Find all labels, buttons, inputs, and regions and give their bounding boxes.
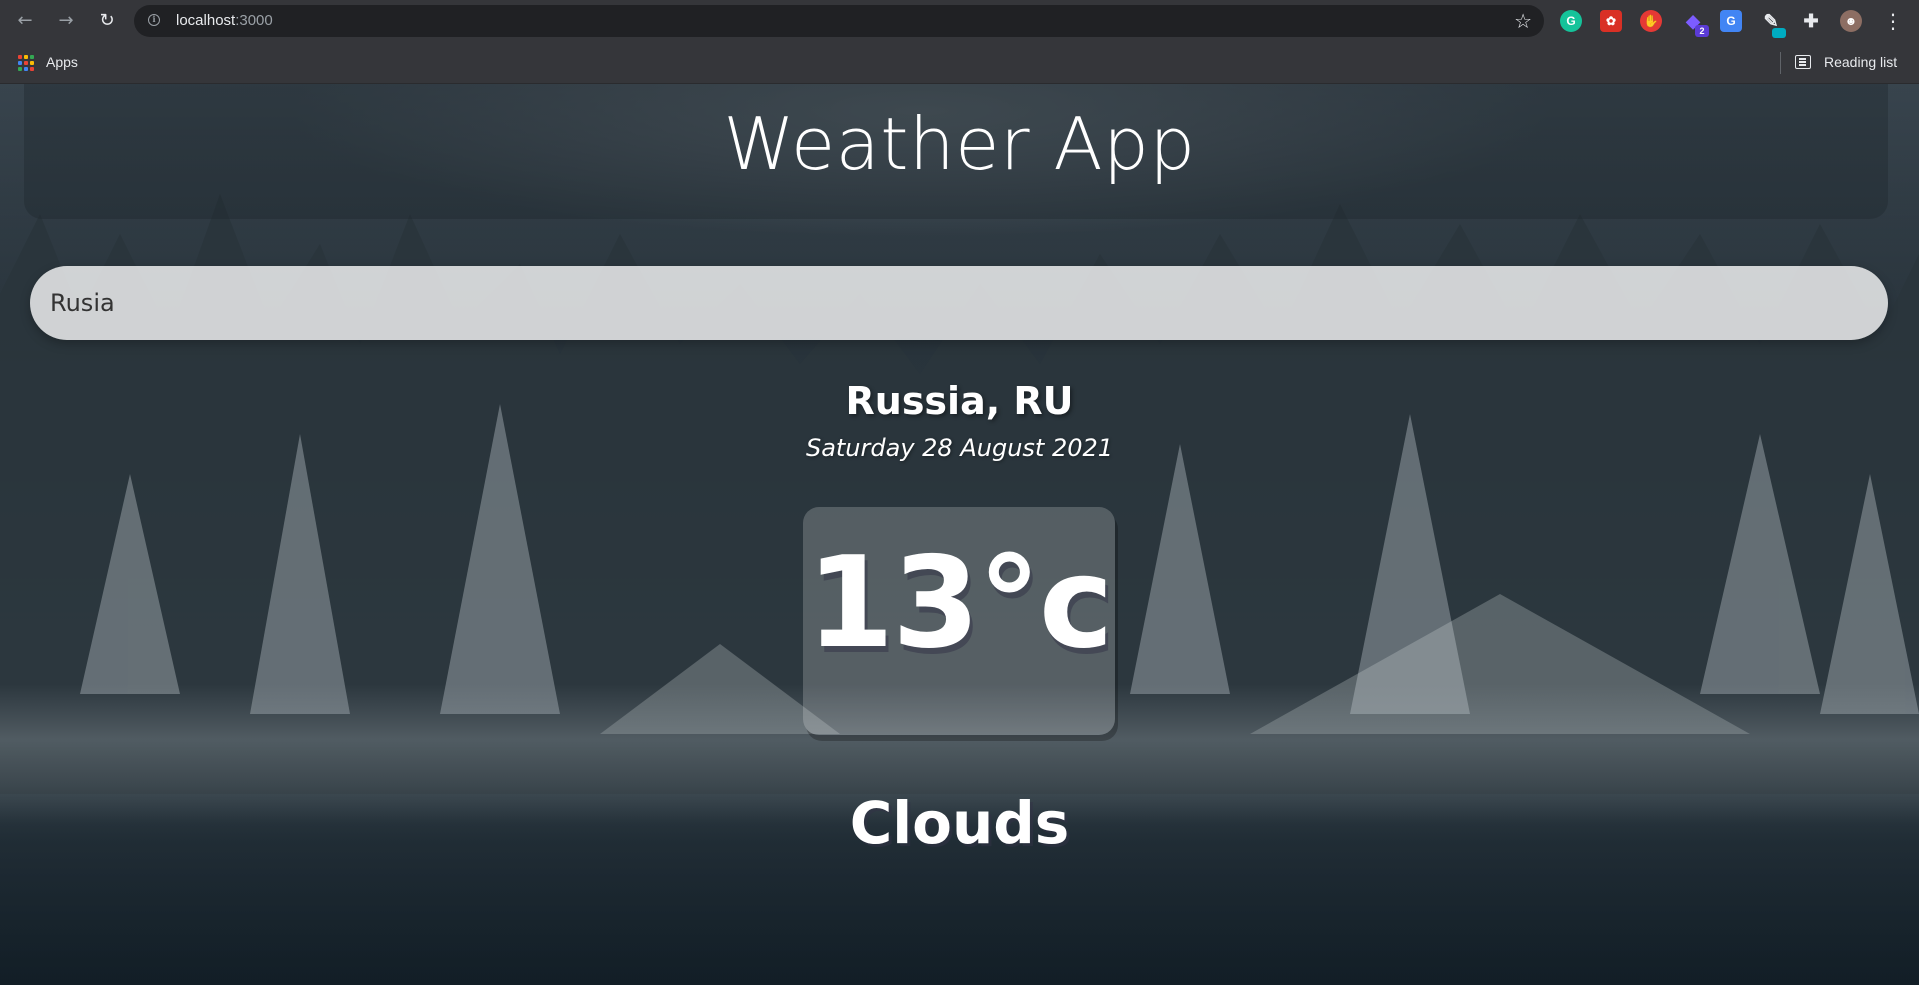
google-translate-icon[interactable]: G	[1720, 10, 1742, 32]
kebab-menu-icon[interactable]: ⋮	[1880, 8, 1906, 34]
apps-grid-icon[interactable]	[18, 55, 34, 71]
profile-avatar[interactable]: ☻	[1840, 10, 1862, 32]
ext-purple-icon[interactable]: ◆ 2	[1682, 10, 1709, 37]
weather-condition: Clouds	[849, 789, 1070, 857]
temperature-card: 13°c	[803, 507, 1115, 735]
grammarly-icon[interactable]: G	[1560, 10, 1582, 32]
location-label: Russia, RU	[845, 379, 1074, 423]
reading-list-icon[interactable]	[1795, 55, 1811, 69]
site-info-icon[interactable]: i	[148, 14, 160, 26]
apps-bookmark[interactable]: Apps	[46, 54, 78, 70]
adblock-icon[interactable]: ✋	[1640, 10, 1662, 32]
temperature-value: 13°c	[806, 529, 1113, 676]
bookmark-star-icon[interactable]: ☆	[1514, 9, 1532, 33]
url-host: localhost	[176, 12, 236, 29]
page-title: Weather App	[723, 102, 1196, 186]
bookmarks-divider	[1780, 52, 1781, 74]
address-bar[interactable]: i localhost:3000 ☆	[134, 5, 1544, 37]
reading-list-button[interactable]: Reading list	[1824, 54, 1897, 70]
extensions-puzzle-icon[interactable]: ✚	[1800, 10, 1822, 32]
url-port: :3000	[235, 12, 273, 29]
date-label: Saturday 28 August 2021	[805, 434, 1114, 462]
ext-pen-icon[interactable]: ✎	[1760, 10, 1786, 38]
weather-app-page: Weather App Russia, RU Saturday 28 Augus…	[0, 84, 1919, 985]
ext-pen-badge	[1772, 28, 1786, 38]
reload-icon[interactable]: ↻	[94, 8, 120, 34]
ext-red-icon[interactable]: ✿	[1600, 10, 1622, 32]
bookmarks-bar: Apps Reading list	[0, 42, 1919, 84]
browser-toolbar: ← → ↻ i localhost:3000 ☆ G ✿ ✋ ◆ 2 G ✎ ✚ …	[0, 0, 1919, 42]
search-input[interactable]	[30, 266, 1888, 340]
url-text[interactable]: localhost:3000	[176, 12, 273, 29]
back-arrow-icon[interactable]: ←	[12, 8, 38, 34]
ext-badge: 2	[1695, 25, 1709, 37]
forward-arrow-icon[interactable]: →	[53, 8, 79, 34]
